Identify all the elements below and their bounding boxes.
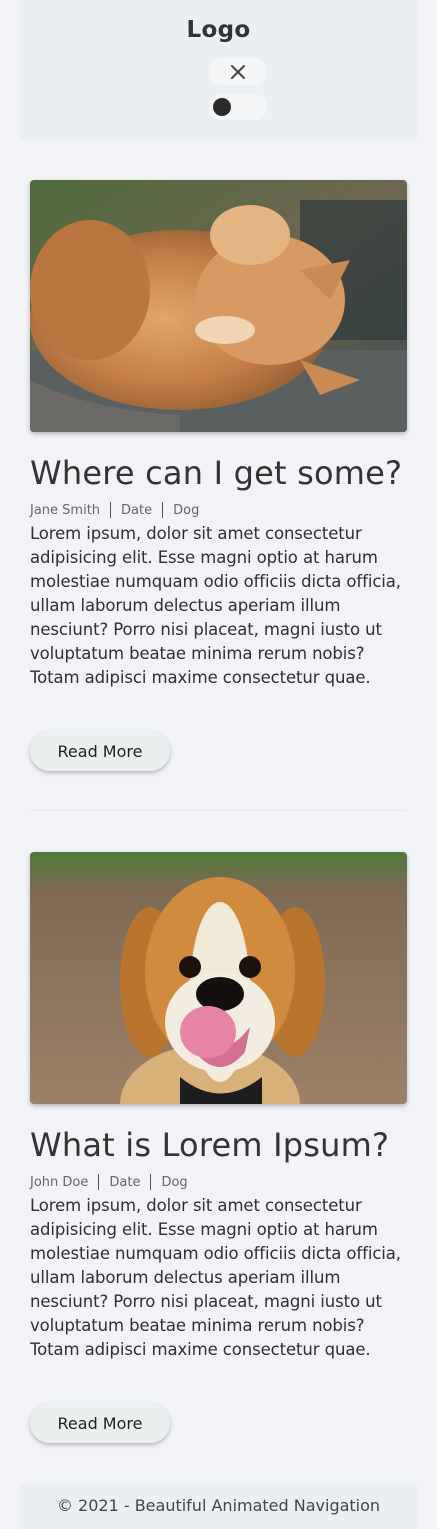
post-author[interactable]: John Doe (30, 1175, 88, 1190)
footer: © 2021 - Beautiful Animated Navigation (20, 1483, 417, 1529)
post-title[interactable]: Where can I get some? (30, 453, 407, 493)
post-card: What is Lorem Ipsum? John Doe Date Dog L… (30, 852, 407, 1443)
meta-separator (162, 502, 164, 518)
post-date: Date (121, 502, 153, 518)
divider (30, 810, 407, 811)
meta-separator (150, 1174, 152, 1190)
post-category[interactable]: Dog (173, 503, 199, 518)
logo[interactable]: Logo (20, 17, 417, 43)
post-excerpt: Lorem ipsum, dolor sit amet consectetur … (30, 1196, 401, 1359)
post-image-cat (30, 180, 407, 432)
post-excerpt: Lorem ipsum, dolor sit amet consectetur … (30, 524, 401, 687)
post-author[interactable]: Jane Smith (30, 503, 100, 518)
post-card: Where can I get some? Jane Smith Date Do… (30, 180, 407, 771)
toggle-knob (213, 98, 231, 116)
post-image-dog (30, 852, 407, 1104)
post-meta: John Doe Date Dog (30, 1173, 407, 1191)
post-category[interactable]: Dog (161, 1175, 187, 1190)
post-title[interactable]: What is Lorem Ipsum? (30, 1125, 407, 1165)
meta-separator (98, 1174, 100, 1190)
read-more-button[interactable]: Read More (30, 1403, 170, 1443)
read-more-button[interactable]: Read More (30, 731, 170, 771)
header: Logo (20, 0, 417, 140)
close-button[interactable] (209, 58, 267, 85)
theme-toggle[interactable] (209, 94, 267, 120)
close-icon (231, 64, 245, 79)
meta-separator (110, 502, 112, 518)
post-meta: Jane Smith Date Dog (30, 501, 407, 519)
post-date: Date (109, 1174, 141, 1190)
